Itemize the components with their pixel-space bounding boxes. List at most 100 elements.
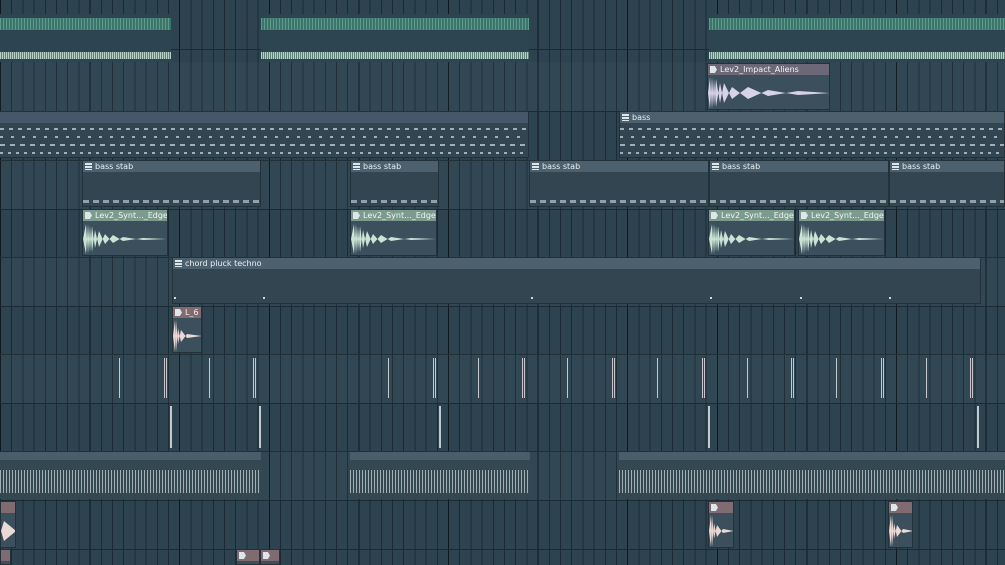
pattern-clip-bass-stab[interactable]: bass stab [709,160,889,207]
clip-label: bass stab [722,162,761,171]
hit-marker [612,358,616,398]
audio-clip-short[interactable] [888,501,913,548]
audio-clip-icon [891,504,898,511]
audio-clip-short[interactable] [0,549,11,565]
pattern-clip-bass-left[interactable] [0,111,529,158]
pattern-clip-teal[interactable] [0,14,171,62]
audio-clip-icon [85,212,92,219]
clip-label: Lev2_Synt..._Edge #2 [95,211,167,220]
pattern-clip-icon [622,114,629,121]
hit-marker [708,406,710,448]
waveform [173,320,201,352]
track-lane-8 [0,354,1005,404]
audio-clip-icon [710,66,717,73]
clip-label: bass stab [363,162,402,171]
track-lane-2 [0,62,1005,112]
hit-marker [259,406,261,448]
note-marker [174,297,176,299]
hit-marker [702,358,706,398]
audio-clip-icon [801,212,808,219]
note-marker [800,297,802,299]
clip-label: chord pluck techno [185,259,262,268]
pattern-clip-hats[interactable] [350,452,530,499]
audio-clip-icon [175,309,182,316]
audio-clip-synth[interactable]: Lev2_Synt..._Edge #2 [82,209,168,256]
pattern-clip-teal[interactable] [261,14,529,62]
hit-marker [439,406,441,448]
audio-clip-icon [711,212,718,219]
hit-marker [926,358,927,398]
hit-marker [433,358,437,398]
hit-marker [657,358,658,398]
waveform [83,224,167,254]
hit-marker [977,406,979,448]
pattern-clip-teal[interactable] [709,14,1005,62]
pattern-clip-bass-stab[interactable]: bass stab [889,160,1005,207]
clip-label: Lev2_Synt..._Edge #2 [721,211,794,220]
note-marker [263,297,265,299]
clip-label: Lev2_Synt..._Edge #2 [811,211,884,220]
hit-marker [791,358,795,398]
audio-clip-synth[interactable]: Lev2_Synt..._Edge #2 [350,209,437,256]
hit-marker [881,358,885,398]
pattern-clip-hats[interactable] [619,452,1005,499]
audio-clip-short[interactable] [0,501,16,548]
track-lane-9 [0,402,1005,452]
hit-marker [164,358,168,398]
audio-clip-short[interactable] [236,549,260,565]
pattern-clip-bass[interactable]: bass [619,111,1005,158]
clip-label: bass stab [902,162,941,171]
audio-clip-short[interactable] [260,549,280,565]
pattern-clip-icon [892,163,899,170]
audio-clip-short[interactable] [708,501,734,548]
pattern-clip-bass-stab[interactable]: bass stab [82,160,261,207]
hit-marker [567,358,568,398]
waveform [799,224,884,254]
playlist-grid[interactable]: Lev2_Impact_Aliens bass bass stab bass s… [0,0,1005,565]
pattern-clip-icon [712,163,719,170]
pattern-clip-icon [85,163,92,170]
note-marker [889,297,891,299]
track-lane-11 [0,500,1005,550]
audio-clip-short[interactable]: L_6 [172,306,202,353]
hit-marker [522,358,526,398]
clip-label: Lev2_Impact_Aliens [720,65,799,74]
waveform [709,224,794,254]
pattern-clip-icon [353,163,360,170]
note-marker [531,297,533,299]
hit-marker [170,406,172,448]
audio-clip-icon [263,552,270,559]
audio-clip-synth[interactable]: Lev2_Synt..._Edge #2 [708,209,795,256]
pattern-clip-bass-stab[interactable]: bass stab [529,160,709,207]
hit-marker [388,358,389,398]
hit-marker [836,358,837,398]
waveform [889,515,912,547]
pattern-clip-bass-stab[interactable]: bass stab [350,160,439,207]
waveform [351,224,436,254]
pattern-clip-icon [532,163,539,170]
waveform [708,77,829,109]
clip-label: bass [632,113,651,122]
pattern-clip-chord[interactable]: chord pluck techno [172,257,981,304]
hit-marker [747,358,748,398]
clip-label: bass stab [95,162,134,171]
clip-label: Lev2_Synt..._Edge #2 [363,211,436,220]
audio-clip-impact[interactable]: Lev2_Impact_Aliens [707,63,830,110]
track-lane-7 [0,305,1005,355]
waveform [709,515,733,547]
clip-label: L_6 [185,308,199,317]
hit-marker [970,358,974,398]
audio-clip-synth[interactable]: Lev2_Synt..._Edge #2 [798,209,885,256]
hit-marker [253,358,257,398]
pattern-clip-hats[interactable] [0,452,261,499]
note-marker [710,297,712,299]
waveform [1,521,15,541]
pattern-clip-icon [175,260,182,267]
audio-clip-icon [239,552,246,559]
hit-marker [478,358,479,398]
hit-marker [119,358,120,398]
hit-marker [209,358,210,398]
audio-clip-icon [353,212,360,219]
audio-clip-icon [711,504,718,511]
clip-label: bass stab [542,162,581,171]
